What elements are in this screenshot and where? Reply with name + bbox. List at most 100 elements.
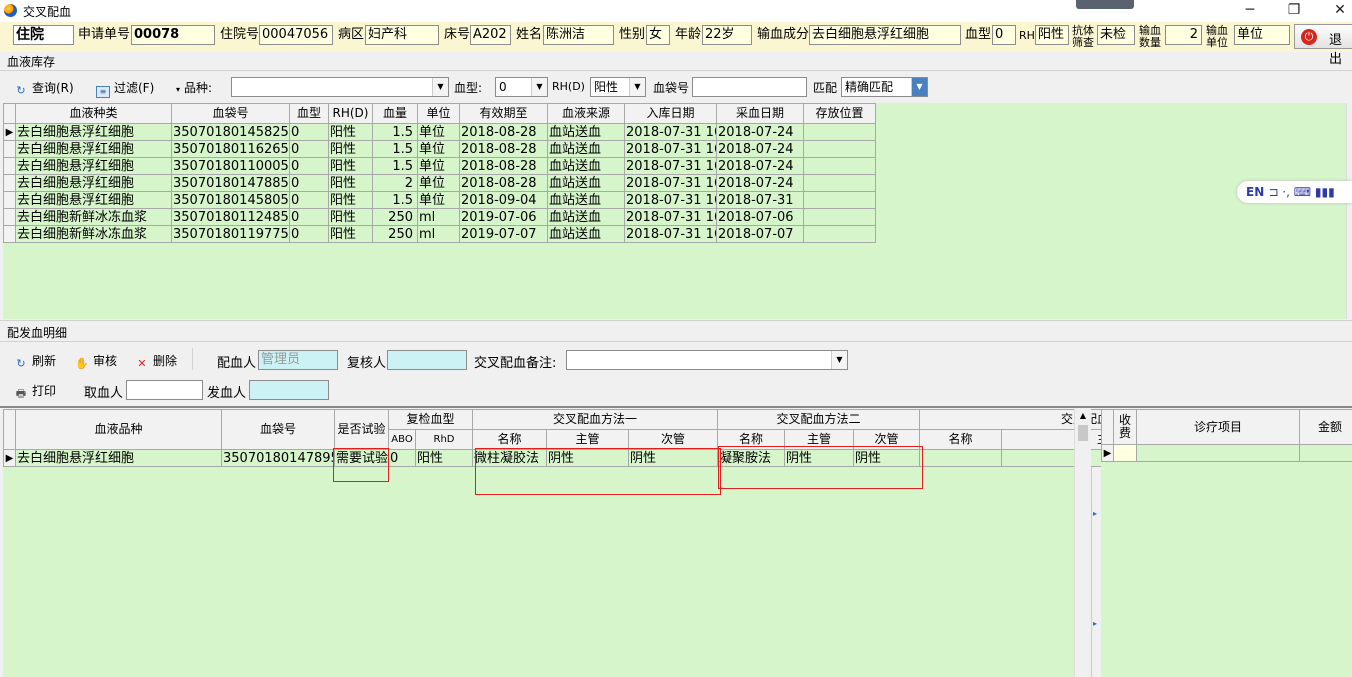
table-cell[interactable]	[803, 157, 876, 175]
cell-amount[interactable]	[1299, 444, 1352, 462]
matcher-input[interactable]: 管理员	[258, 350, 338, 370]
component-field[interactable]: 去白细胞悬浮红细胞	[809, 25, 961, 45]
table-cell[interactable]: 35070180145825​5D	[171, 123, 290, 141]
table-cell[interactable]: 2018-07-07	[716, 225, 804, 243]
kind-select[interactable]: ▼	[231, 77, 449, 97]
table-cell[interactable]: 去白细胞悬浮红细胞	[15, 157, 172, 175]
inventory-bloodtype-select[interactable]: 0 ▼	[495, 77, 548, 97]
table-cell[interactable]: ml	[417, 225, 460, 243]
table-cell[interactable]: 阳性	[328, 174, 373, 192]
table-cell[interactable]: 2019-07-07	[459, 225, 548, 243]
table-cell[interactable]: 2018-07-24	[716, 174, 804, 192]
table-cell[interactable]	[803, 191, 876, 209]
table-cell[interactable]: ml	[417, 208, 460, 226]
table-cell[interactable]: 0	[289, 191, 329, 209]
table-cell[interactable]: 35070180119775​5D	[171, 225, 290, 243]
table-cell[interactable]	[803, 225, 876, 243]
table-cell[interactable]: 1.5	[372, 140, 418, 158]
print-button[interactable]: 🖶 打印	[14, 382, 56, 401]
table-cell[interactable]: 2018-07-24	[716, 140, 804, 158]
table-cell[interactable]: 2018-08-28	[459, 174, 548, 192]
table-cell[interactable]: 2	[372, 174, 418, 192]
table-cell[interactable]	[803, 208, 876, 226]
table-cell[interactable]: 2018-07-31 16	[624, 157, 717, 175]
maximize-button[interactable]: ❐	[1272, 0, 1316, 22]
qty-field[interactable]: 2	[1165, 25, 1202, 45]
table-cell[interactable]	[803, 174, 876, 192]
table-cell[interactable]: 0	[289, 174, 329, 192]
table-cell[interactable]: 250	[372, 208, 418, 226]
table-cell[interactable]: 去白细胞新鲜冰冻血浆	[15, 208, 172, 226]
table-cell[interactable]: 去白细胞悬浮红细胞	[15, 174, 172, 192]
table-cell[interactable]: 0	[289, 157, 329, 175]
admit-no-field[interactable]: 00047056	[259, 25, 333, 45]
inventory-scrollbar[interactable]	[1346, 103, 1352, 319]
table-cell[interactable]: 阳性	[328, 140, 373, 158]
table-cell[interactable]: 0	[289, 123, 329, 141]
scroll-up-icon[interactable]: ▲	[1075, 409, 1091, 423]
table-cell[interactable]: 阳性	[328, 191, 373, 209]
age-field[interactable]: 22岁	[702, 25, 752, 45]
table-cell[interactable]: 阳性	[328, 123, 373, 141]
table-cell[interactable]: 2018-07-31 16	[624, 225, 717, 243]
table-cell[interactable]: 35070180116265​5D	[171, 140, 290, 158]
exit-button[interactable]: ⏻ 退出	[1294, 24, 1352, 67]
table-cell[interactable]: 2018-07-31 16	[624, 174, 717, 192]
table-row[interactable]: 去白细胞悬浮红细胞35070180110005​5D0阳性1.5单位2018-0…	[3, 157, 876, 175]
cell-rhd[interactable]: 阳性	[414, 449, 474, 467]
table-cell[interactable]: 单位	[417, 157, 460, 175]
close-button[interactable]: ✕	[1318, 0, 1352, 22]
table-cell[interactable]: 去白细胞悬浮红细胞	[15, 140, 172, 158]
table-cell[interactable]: 血站送血	[547, 191, 625, 209]
table-cell[interactable]: 35070180110005​5D	[171, 157, 290, 175]
antibody-field[interactable]: 未检	[1097, 25, 1135, 45]
table-cell[interactable]: 2018-07-24	[716, 157, 804, 175]
issuer-input[interactable]	[249, 380, 329, 400]
table-cell[interactable]: 1.5	[372, 191, 418, 209]
table-cell[interactable]: 血站送血	[547, 140, 625, 158]
table-cell[interactable]: 35070180112485​5D	[171, 208, 290, 226]
inventory-rh-select[interactable]: 阳性 ▼	[590, 77, 646, 97]
table-cell[interactable]: 去白细胞新鲜冰冻血浆	[15, 225, 172, 243]
table-cell[interactable]: 2018-08-28	[459, 123, 548, 141]
req-no-field[interactable]: 00078	[131, 25, 215, 45]
table-cell[interactable]: 血站送血	[547, 174, 625, 192]
bag-input[interactable]	[692, 77, 807, 97]
scroll-thumb[interactable]	[1078, 425, 1088, 441]
remark-select[interactable]: ▼	[566, 350, 848, 370]
delete-button[interactable]: ✕ 删除	[135, 352, 177, 371]
table-cell[interactable]: 血站送血	[547, 208, 625, 226]
table-row[interactable]: 去白细胞悬浮红细胞35070180145805​5D0阳性1.5单位 2018-0…	[3, 191, 876, 209]
bed-field[interactable]: A202	[470, 25, 511, 45]
table-cell[interactable]: 阳性	[328, 208, 373, 226]
table-cell[interactable]: 去白细胞悬浮红细胞	[15, 123, 172, 141]
table-row[interactable]: 去白细胞悬浮红细胞35070180116265​5D0阳性1.5单位2018-0…	[3, 140, 876, 158]
table-cell[interactable]: 血站送血	[547, 123, 625, 141]
table-cell[interactable]: 2018-08-28	[459, 140, 548, 158]
table-cell[interactable]: 血站送血	[547, 157, 625, 175]
table-cell[interactable]: 35070180145805​5D	[171, 191, 290, 209]
table-cell[interactable]: 2018-07-31	[716, 191, 804, 209]
ime-toolbar[interactable]: EN ⊐ ·, ⌨ ▮▮▮	[1237, 181, 1352, 203]
table-cell[interactable]: 2018-07-24	[716, 123, 804, 141]
minimize-button[interactable]: ─	[1228, 0, 1272, 22]
table-cell[interactable]	[803, 140, 876, 158]
table-cell[interactable]: 0	[289, 208, 329, 226]
table-cell[interactable]: 单位	[417, 174, 460, 192]
table-cell[interactable]: 2019-07-06	[459, 208, 548, 226]
table-cell[interactable]: 去白细胞悬浮红细胞	[15, 191, 172, 209]
table-cell[interactable]: 2018-07-31 16	[624, 208, 717, 226]
table-cell[interactable]: 单位	[417, 123, 460, 141]
table-cell[interactable]: 0	[289, 140, 329, 158]
table-cell[interactable]: 2018-07-31 16	[624, 140, 717, 158]
table-cell[interactable]: 250	[372, 225, 418, 243]
table-cell[interactable]: 单位	[417, 191, 460, 209]
filter-button[interactable]: ≡ 过滤(F)	[96, 79, 154, 98]
unit-field[interactable]: 单位	[1234, 25, 1290, 45]
table-cell[interactable]: 1.5	[372, 157, 418, 175]
table-cell[interactable]: 阳性	[328, 225, 373, 243]
table-cell[interactable]: 2018-07-31 16	[624, 191, 717, 209]
rh-field[interactable]: 阳性	[1035, 25, 1069, 45]
cell-abo[interactable]: 0	[388, 449, 416, 467]
cell-charge[interactable]	[1113, 444, 1137, 462]
